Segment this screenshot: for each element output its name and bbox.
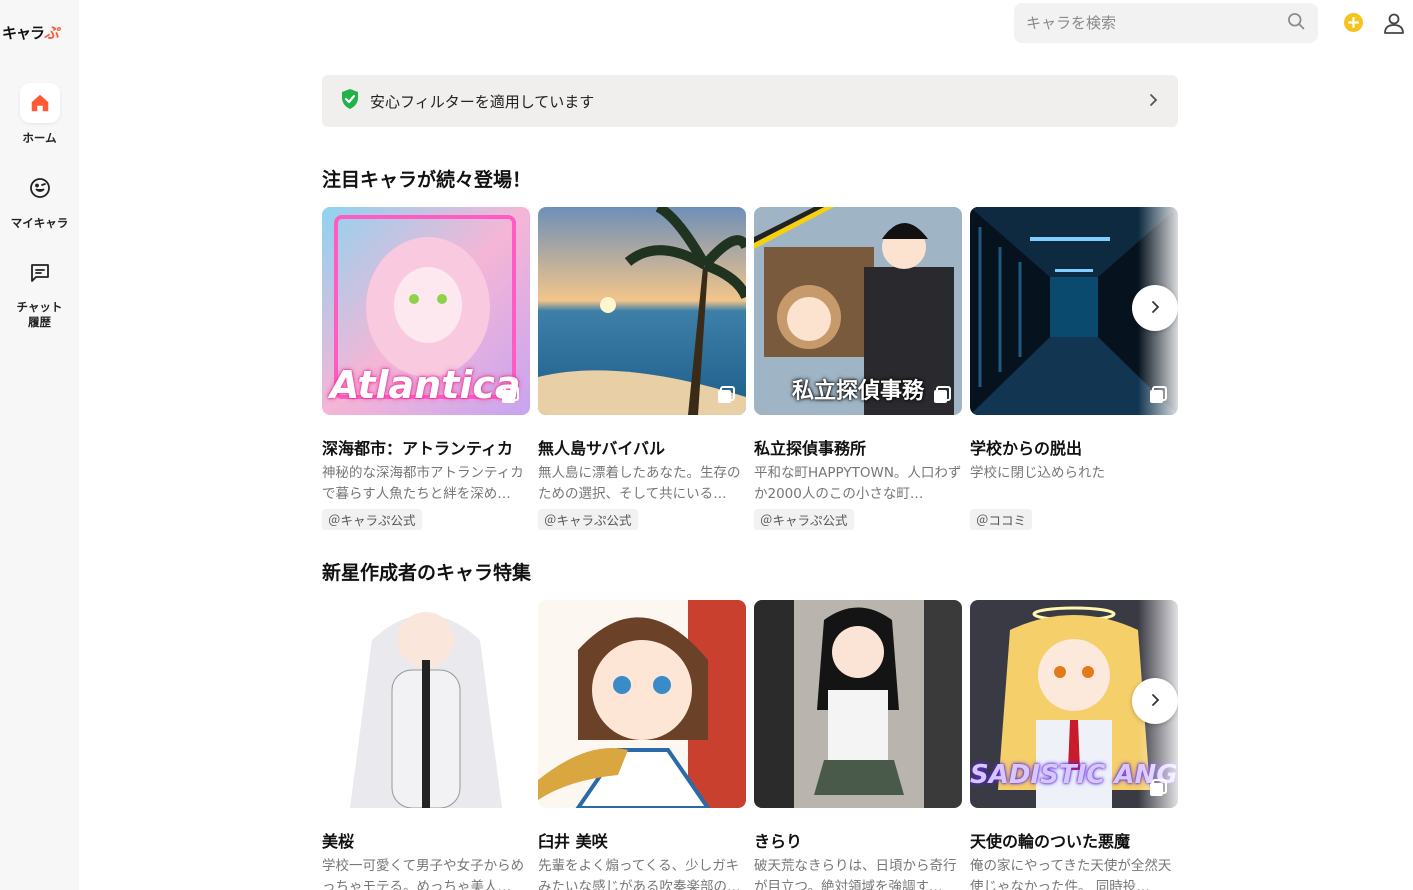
search-box[interactable] bbox=[1014, 3, 1318, 43]
chara-card[interactable]: きらり 破天荒なきらりは、日頃から奇行が目立つ。絶対領域を強調す… bbox=[754, 600, 962, 890]
chara-card[interactable]: 美桜 学校一可愛くて男子や女子からめっちゃモテる。めっちゃ美人… bbox=[322, 600, 530, 890]
card-description: 無人島に漂着したあなた。生存のための選択、そして共にいる… bbox=[538, 465, 741, 502]
card-thumbnail bbox=[538, 207, 746, 415]
coin-icon[interactable] bbox=[1344, 13, 1363, 32]
next-button[interactable] bbox=[1132, 285, 1178, 331]
card-title: 私立探偵事務所 bbox=[754, 439, 867, 458]
chat-bubble-icon bbox=[20, 253, 60, 293]
logo-text: キャラ bbox=[2, 24, 45, 42]
card-author[interactable]: ＠キャラぷ公式 bbox=[538, 509, 638, 530]
gallery-icon bbox=[500, 385, 520, 405]
safety-filter-text: 安心フィルターを適用しています bbox=[370, 92, 595, 111]
nav-chat-history[interactable]: チャット 履歴 bbox=[0, 253, 79, 330]
card-description: 学校一可愛くて男子や女子からめっちゃモテる。めっちゃ美人… bbox=[322, 858, 525, 890]
search-icon[interactable] bbox=[1286, 11, 1306, 35]
chevron-right-icon bbox=[1146, 92, 1160, 111]
card-title: 臼井 美咲 bbox=[538, 832, 608, 851]
chara-card[interactable]: 無人島サバイバル 無人島に漂着したあなた。生存のための選択、そして共にいる… ＠… bbox=[538, 207, 746, 530]
card-title: 美桜 bbox=[322, 832, 355, 851]
chevron-right-icon bbox=[1148, 299, 1162, 318]
card-thumbnail bbox=[538, 600, 746, 808]
nav-chat-history-label: チャット 履歴 bbox=[16, 300, 63, 329]
new-creators-row: 美桜 学校一可愛くて男子や女子からめっちゃモテる。めっちゃ美人… 臼井 美咲 先… bbox=[322, 600, 1178, 890]
home-icon bbox=[19, 83, 60, 123]
card-thumbnail bbox=[322, 600, 530, 808]
section-title-featured: 注目キャラが続々登場！ bbox=[322, 169, 532, 191]
card-thumbnail: Atlantica bbox=[322, 207, 530, 415]
card-title: 無人島サバイバル bbox=[538, 439, 666, 458]
search-input[interactable] bbox=[1026, 14, 1286, 32]
nav-my-chara-label: マイキャラ bbox=[10, 216, 69, 230]
safety-filter-bar[interactable]: 安心フィルターを適用しています bbox=[322, 75, 1178, 127]
card-description: 神秘的な深海都市アトランティカで暮らす人魚たちと絆を深め… bbox=[322, 465, 524, 502]
card-thumbnail: 私立探偵事務 bbox=[754, 207, 962, 415]
card-title: きらり bbox=[754, 832, 803, 851]
sidebar: キャラぷ ホーム マイキャラ チャット 履歴 bbox=[0, 0, 79, 890]
card-description: 破天荒なきらりは、日頃から奇行が目立つ。絶対領域を強調す… bbox=[754, 858, 957, 890]
featured-row: Atlantica 深海都市：アトランティカ 神秘的な深海都市アトランティカで暮… bbox=[322, 207, 1178, 537]
card-description: 学校に閉じ込められた bbox=[970, 465, 1105, 481]
next-button[interactable] bbox=[1132, 678, 1178, 724]
chevron-right-icon bbox=[1148, 692, 1162, 711]
chara-card[interactable]: 私立探偵事務 私立探偵事務所 平和な町HAPPYTOWN。人口わずか2000人の… bbox=[754, 207, 962, 530]
chara-card[interactable]: 臼井 美咲 先輩をよく煽ってくる、少しガキみたいな感じがある吹奏楽部の… bbox=[538, 600, 746, 890]
card-author[interactable]: ＠キャラぷ公式 bbox=[322, 509, 422, 530]
card-title: 深海都市：アトランティカ bbox=[322, 439, 514, 458]
shield-check-icon bbox=[340, 88, 360, 114]
card-author[interactable]: ＠キャラぷ公式 bbox=[754, 509, 854, 530]
card-description: 平和な町HAPPYTOWN。人口わずか2000人のこの小さな町… bbox=[754, 465, 962, 502]
gallery-icon bbox=[716, 385, 736, 405]
logo[interactable]: キャラぷ bbox=[2, 22, 74, 44]
card-author[interactable]: ＠ココミ bbox=[970, 509, 1033, 530]
card-thumbnail bbox=[754, 600, 962, 808]
chara-card[interactable]: Atlantica 深海都市：アトランティカ 神秘的な深海都市アトランティカで暮… bbox=[322, 207, 530, 530]
nav-my-chara[interactable]: マイキャラ bbox=[0, 168, 79, 231]
user-icon[interactable] bbox=[1382, 11, 1406, 39]
card-title: 天使の輪のついた悪魔 bbox=[970, 832, 1131, 851]
card-thumbnail-caption: 私立探偵事務 bbox=[791, 379, 924, 404]
nav-home-label: ホーム bbox=[22, 131, 57, 145]
section-title-new-creators: 新星作成者のキャラ特集 bbox=[322, 562, 532, 584]
smile-face-icon bbox=[20, 168, 60, 208]
card-description: 先輩をよく煽ってくる、少しガキみたいな感じがある吹奏楽部の… bbox=[538, 858, 741, 890]
gallery-icon bbox=[932, 385, 952, 405]
card-description: 俺の家にやってきた天使が全然天使じゃなかった件。 同時投… bbox=[970, 858, 1172, 890]
nav-home[interactable]: ホーム bbox=[0, 83, 79, 146]
logo-accent: ぷ bbox=[44, 24, 59, 42]
card-title: 学校からの脱出 bbox=[970, 439, 1083, 458]
